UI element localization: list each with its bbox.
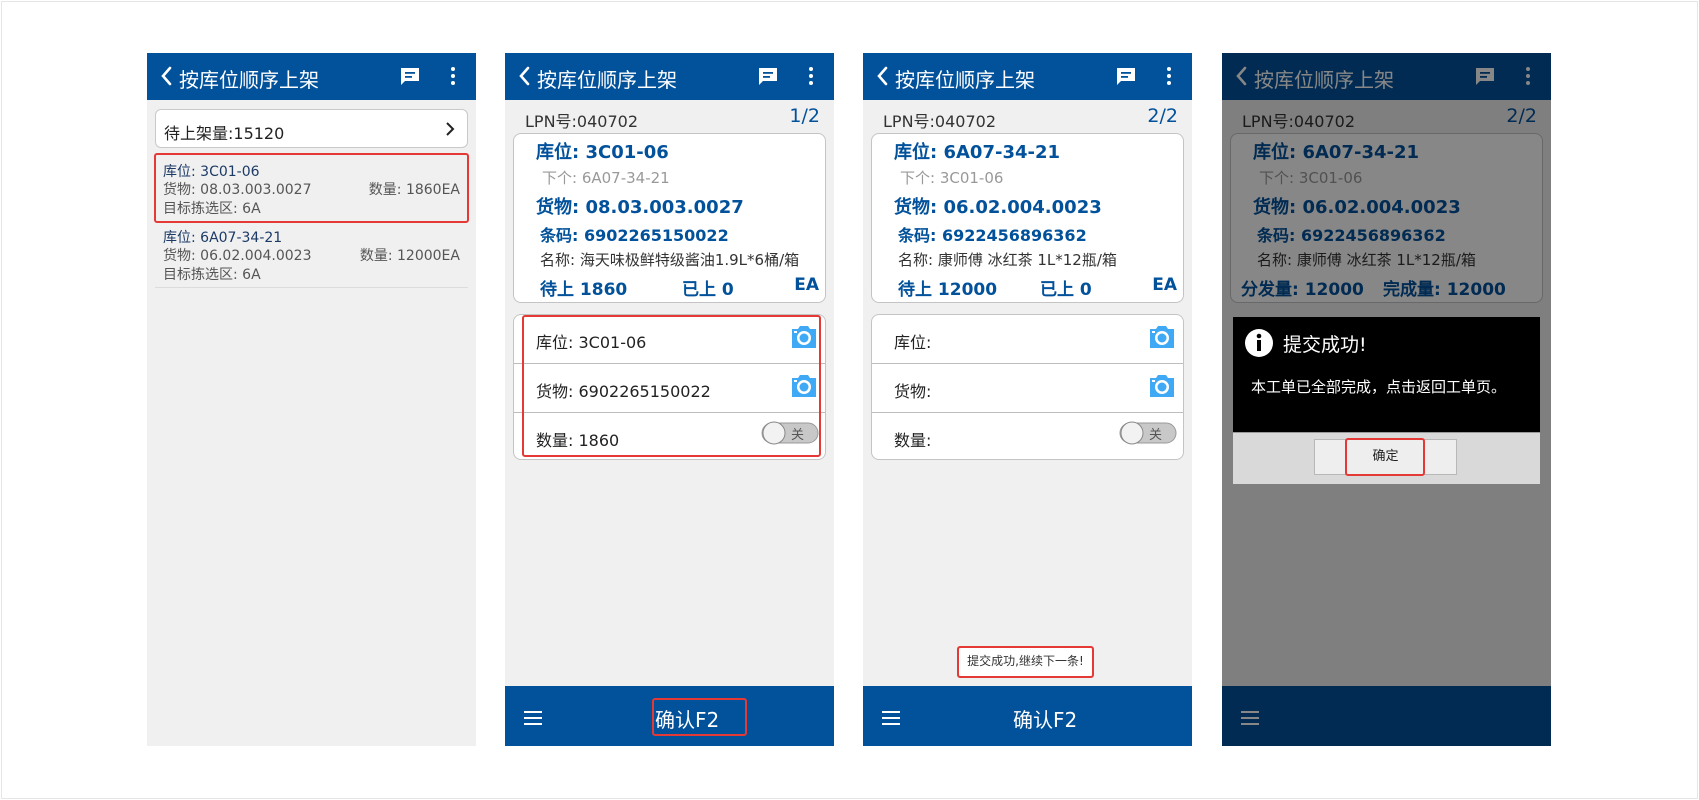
goods-value: 货物: 06.02.004.0023 (894, 197, 1102, 218)
menu-icon[interactable] (882, 710, 902, 726)
confirm-button[interactable]: 确认F2 (1013, 704, 1077, 733)
toggle-label: 关 (1149, 428, 1163, 443)
lpn-number: LPN号:040702 (883, 112, 997, 131)
info-icon (1245, 329, 1273, 357)
quantity-input[interactable]: 数量: (894, 427, 931, 451)
message-icon[interactable] (1115, 66, 1137, 86)
page-title: 按库位顺序上架 (179, 68, 319, 92)
done-quantity: 已上 0 (682, 280, 734, 300)
location-value: 库位: 3C01-06 (536, 142, 669, 163)
more-icon[interactable] (1166, 66, 1172, 86)
goods-input-row[interactable]: 货物: (872, 364, 1183, 412)
location-input-row[interactable]: 库位: (872, 315, 1183, 363)
camera-icon[interactable] (1147, 323, 1177, 351)
dialog-footer: 确定 (1233, 432, 1540, 484)
page-title: 按库位顺序上架 (895, 68, 1035, 92)
list-item[interactable]: 库位: 6A07-34-21 货物: 06.02.004.0023 数量: 12… (155, 219, 468, 283)
toggle-track-icon (1119, 421, 1177, 445)
location-value: 库位: 6A07-34-21 (894, 142, 1061, 163)
app-bar: 按库位顺序上架 (863, 53, 1192, 100)
scan-input-card: 库位: 货物: 数量: 关 (871, 314, 1184, 460)
product-name: 名称: 康师傅 冰红茶 1L*12瓶/箱 (898, 251, 1117, 269)
location-input[interactable]: 库位: (894, 329, 931, 353)
next-location: 下个: 3C01-06 (900, 169, 1004, 187)
pending-quantity-row[interactable]: 待上架量:15120 (155, 109, 468, 148)
message-icon[interactable] (757, 66, 779, 86)
item-goods: 货物: 06.02.004.0023 (163, 248, 312, 264)
more-icon[interactable] (808, 66, 814, 86)
page-indicator: 2/2 (1147, 105, 1178, 127)
lpn-number: LPN号:040702 (525, 112, 639, 131)
app-bar: 按库位顺序上架 (505, 53, 834, 100)
camera-icon[interactable] (1147, 372, 1177, 400)
task-info-card: 库位: 3C01-06 下个: 6A07-34-21 货物: 08.03.003… (513, 133, 826, 303)
bottom-bar: 确认F2 (505, 686, 834, 746)
app-bar: 按库位顺序上架 (147, 53, 476, 100)
page-title: 按库位顺序上架 (537, 68, 677, 92)
goods-value: 货物: 08.03.003.0027 (536, 197, 744, 218)
highlight-box (522, 315, 821, 457)
screen-putaway-detail-2: 按库位顺序上架 LPN号:040702 2/2 库位: 6A07-34-21 下… (863, 53, 1192, 746)
pending-quantity-label: 待上架量:15120 (164, 124, 285, 143)
unit-label: EA (794, 275, 819, 295)
pending-quantity: 待上 12000 (898, 280, 998, 300)
pending-quantity: 待上 1860 (540, 280, 628, 300)
bottom-bar: 确认F2 (863, 686, 1192, 746)
screen-task-list: 按库位顺序上架 待上架量:15120 库位: 3C01-06 货物: 08.03… (147, 53, 476, 746)
more-icon[interactable] (450, 66, 456, 86)
quantity-input-row[interactable]: 数量: 关 (872, 413, 1183, 461)
toggle-switch[interactable]: 关 (1119, 420, 1177, 446)
item-location: 库位: 6A07-34-21 (163, 230, 283, 246)
item-quantity: 数量: 12000EA (359, 248, 460, 264)
list-divider (155, 287, 468, 288)
screen-putaway-detail-1: 按库位顺序上架 LPN号:040702 1/2 库位: 3C01-06 下个: … (505, 53, 834, 746)
barcode-value: 条码: 6902265150022 (540, 226, 729, 245)
barcode-value: 条码: 6922456896362 (898, 226, 1087, 245)
done-quantity: 已上 0 (1040, 280, 1092, 300)
chevron-right-icon (446, 122, 455, 136)
task-info-card: 库位: 6A07-34-21 下个: 3C01-06 货物: 06.02.004… (871, 133, 1184, 303)
item-zone: 目标拣选区: 6A (163, 267, 261, 283)
product-name: 名称: 海天味极鲜特级酱油1.9L*6桶/箱 (540, 251, 800, 269)
screen-completion-dialog: 按库位顺序上架 LPN号:040702 2/2 库位: 6A07-34-21 下… (1222, 53, 1551, 746)
back-icon[interactable] (515, 63, 535, 89)
highlight-box (957, 646, 1094, 678)
highlight-box (652, 698, 747, 736)
highlight-box (1345, 438, 1425, 476)
goods-input[interactable]: 货物: (894, 378, 931, 402)
back-icon[interactable] (873, 63, 893, 89)
dialog-message: 本工单已全部完成，点击返回工单页。 (1251, 378, 1507, 396)
unit-label: EA (1152, 275, 1177, 295)
highlight-box (154, 153, 469, 223)
dialog-title: 提交成功! (1283, 334, 1367, 356)
menu-icon[interactable] (524, 710, 544, 726)
success-dialog: 提交成功! 本工单已全部完成，点击返回工单页。 确定 (1233, 317, 1540, 484)
page-indicator: 1/2 (789, 105, 820, 127)
next-location: 下个: 6A07-34-21 (542, 169, 670, 187)
message-icon[interactable] (399, 66, 421, 86)
back-icon[interactable] (157, 63, 177, 89)
